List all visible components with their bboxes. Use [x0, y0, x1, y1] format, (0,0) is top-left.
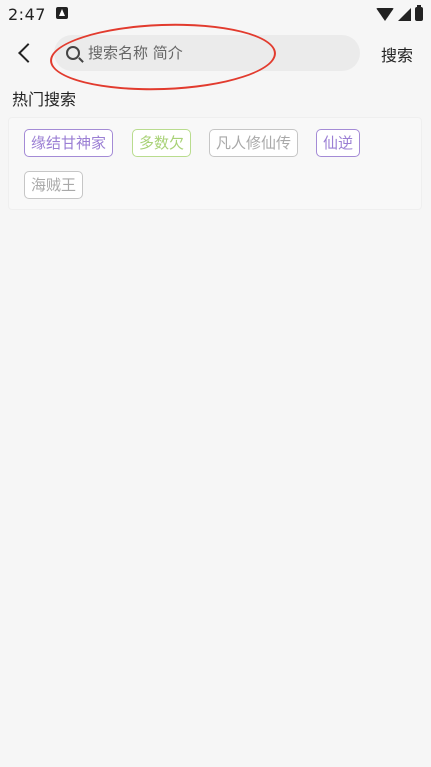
- hot-tag-3[interactable]: 凡人修仙传: [209, 129, 299, 157]
- search-input[interactable]: [88, 44, 328, 62]
- wifi-icon: [376, 7, 394, 21]
- hot-search-title: 热门搜索: [12, 90, 77, 109]
- hot-tag-1[interactable]: 缘结甘神家: [24, 129, 114, 157]
- search-icon: [66, 46, 80, 60]
- search-box[interactable]: [54, 35, 360, 71]
- status-bar: 2:47: [0, 0, 431, 28]
- search-button[interactable]: 搜索: [381, 42, 413, 66]
- hot-tag-4[interactable]: 仙逆: [316, 129, 361, 157]
- hot-tag-5[interactable]: 海贼王: [24, 171, 84, 199]
- hot-search-tags: 缘结甘神家 多数欠 凡人修仙传 仙逆 海贼王: [8, 117, 422, 210]
- hot-tag-2[interactable]: 多数欠: [132, 129, 192, 157]
- back-button[interactable]: [10, 38, 40, 68]
- chevron-left-icon: [18, 43, 38, 63]
- battery-icon: [415, 5, 423, 21]
- app-notification-icon: [56, 7, 68, 19]
- status-time: 2:47: [8, 5, 46, 24]
- signal-icon: [398, 7, 411, 21]
- search-header: 搜索: [0, 20, 431, 94]
- status-icons: [376, 5, 423, 22]
